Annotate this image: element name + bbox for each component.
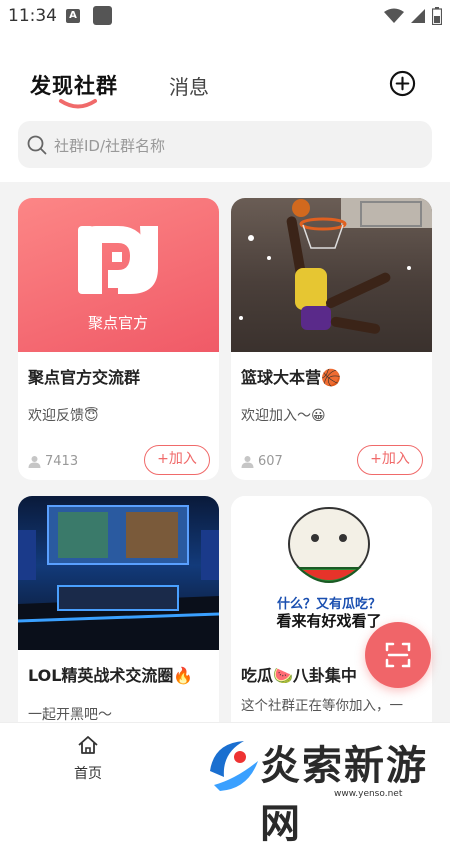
bottom-nav: 首页 炎索新游网 www.yenso.net (0, 722, 450, 847)
tab-discover[interactable]: 发现社群 (30, 70, 118, 100)
meme-caption-1: 什么？又有瓜吃？ (277, 596, 381, 612)
join-button[interactable]: +加入 (357, 445, 423, 475)
join-button[interactable]: +加入 (144, 445, 210, 475)
member-count: 7413 (28, 454, 78, 469)
group-card-official[interactable]: 聚点官方 聚点官方交流群 欢迎反馈😇 7413 +加入 (18, 198, 219, 480)
status-time: 11:34 (8, 6, 57, 26)
signal-icon (411, 9, 425, 23)
jd-logo-icon: 聚点官方 (78, 226, 158, 332)
group-card-basketball[interactable]: 篮球大本营🏀 欢迎加入～😀 607 +加入 (231, 198, 432, 480)
watermark-swoosh-icon (210, 741, 258, 791)
user-icon (241, 456, 254, 468)
member-count-value: 607 (258, 454, 283, 469)
scan-icon (385, 642, 411, 668)
group-description: 欢迎反馈😇 (28, 408, 99, 424)
group-name: LOL精英战术交流圈🔥 (28, 666, 194, 685)
home-icon (78, 736, 98, 754)
notification-square-icon (93, 6, 112, 25)
tab-messages[interactable]: 消息 (169, 71, 209, 100)
watermark-url: www.yenso.net (334, 789, 403, 799)
group-description: 欢迎加入～😀 (241, 408, 326, 424)
member-count-value: 7413 (45, 454, 79, 469)
status-bar: 11:34 A (0, 0, 450, 34)
user-icon (28, 456, 41, 468)
status-icons (384, 7, 442, 25)
official-logo-text: 聚点官方 (88, 314, 148, 332)
nav-home[interactable]: 首页 (68, 735, 108, 783)
search-icon (27, 135, 47, 155)
notification-a-icon: A (66, 9, 80, 23)
search-input[interactable]: 社群ID/社群名称 (18, 121, 432, 168)
header: 发现社群 消息 (0, 60, 450, 110)
watermark-logo: 炎索新游网 www.yenso.net (200, 731, 450, 847)
wifi-icon (384, 8, 404, 23)
group-description: 这个社群正在等你加入，一 (241, 698, 403, 714)
group-name: 篮球大本营🏀 (241, 368, 341, 387)
group-card-gossip[interactable]: 什么？又有瓜吃？ 看来有好戏看了 吃瓜🍉八卦集中 这个社群正在等你加入，一 (231, 496, 432, 722)
nav-home-label: 首页 (74, 766, 102, 782)
scan-button[interactable] (365, 622, 431, 688)
group-name: 吃瓜🍉八卦集中 (241, 666, 357, 685)
group-card-lol[interactable]: LOL精英战术交流圈🔥 一起开黑吧～ (18, 496, 219, 722)
group-name: 聚点官方交流群 (28, 368, 141, 387)
battery-icon (432, 7, 442, 25)
tab-active-indicator (59, 99, 97, 109)
basketball-dunk-illustration (239, 198, 432, 334)
official-logo-image: 聚点官方 (18, 198, 219, 352)
group-description: 一起开黑吧～ (28, 707, 112, 722)
search-placeholder: 社群ID/社群名称 (54, 137, 166, 155)
plus-circle-icon[interactable] (389, 70, 416, 97)
member-count: 607 (241, 454, 283, 469)
esports-arena-photo (18, 496, 219, 650)
basketball-photo (231, 198, 432, 352)
esports-stage-illustration (18, 505, 219, 650)
